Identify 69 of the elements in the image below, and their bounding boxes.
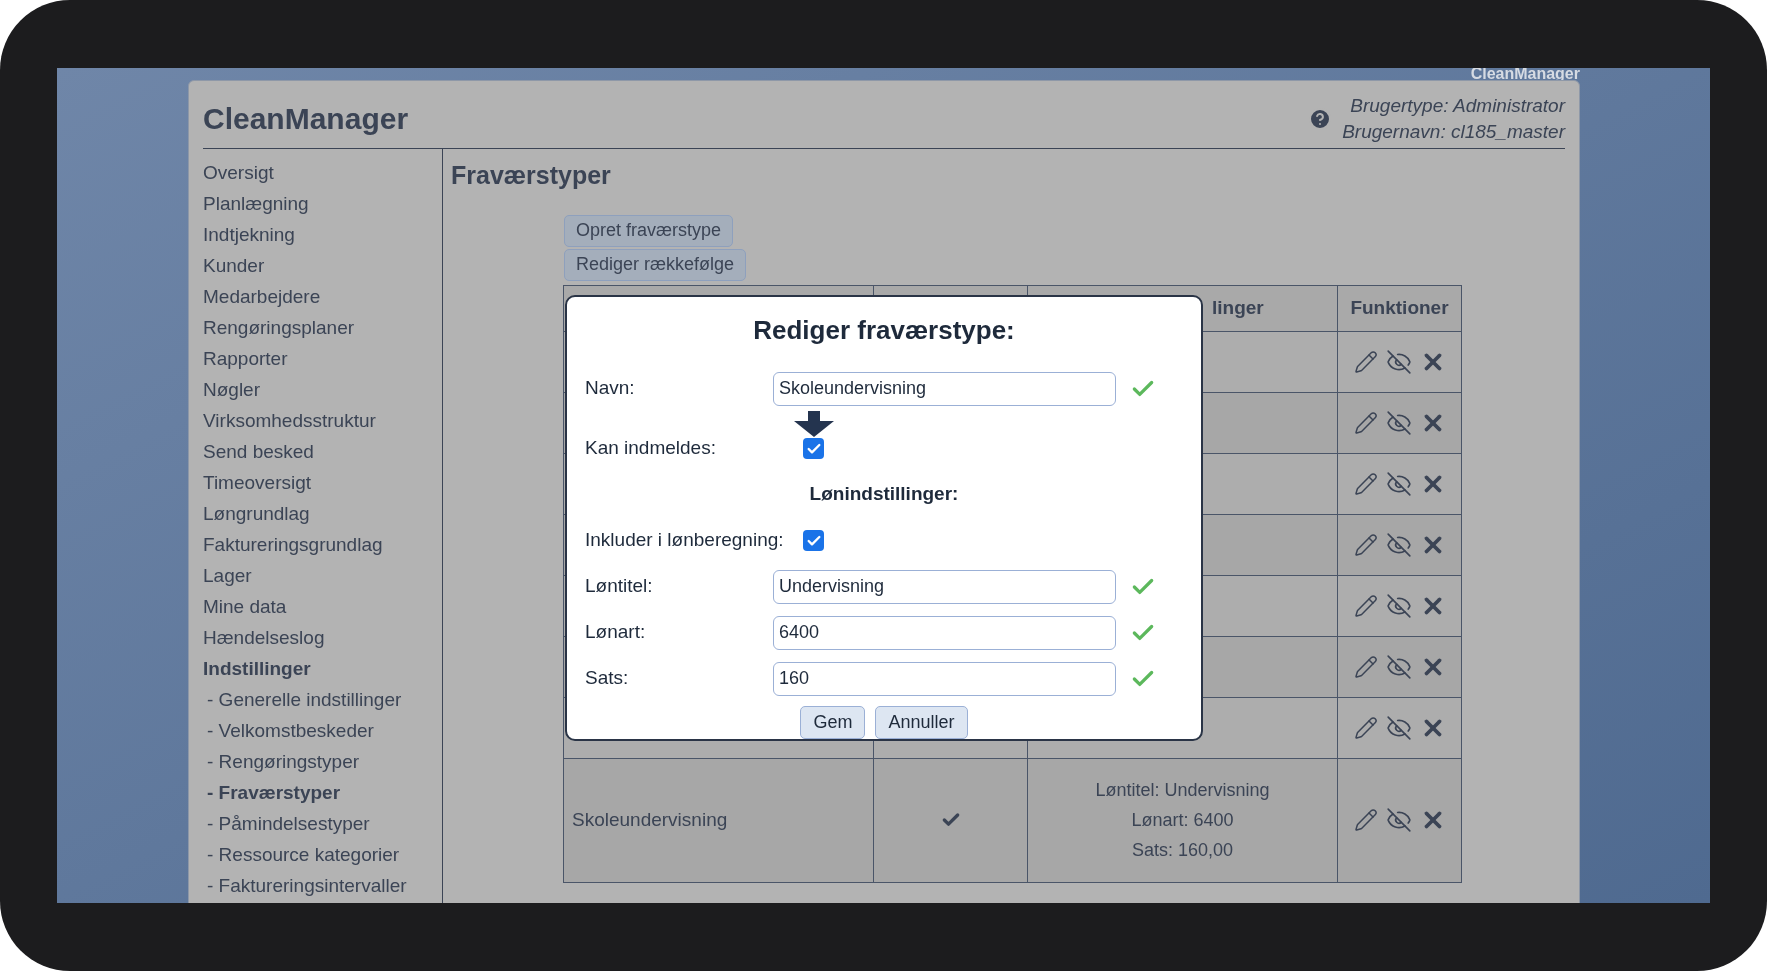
field-label: Løntitel: [585,574,654,599]
sidebar-item[interactable]: Indstillinger [203,653,442,684]
edit-icon[interactable] [1353,593,1378,618]
user-type: Brugertype: Administrator [1350,94,1565,118]
field-label: Kan indmeldes: [585,436,717,461]
sidebar-item[interactable]: Løngrundlag [203,498,442,529]
table-cell: Skoleundervisning [572,808,728,830]
sidebar-item[interactable]: Nøgler [203,374,442,405]
sidebar-subitem[interactable]: - Ressource kategorier [203,839,442,870]
eye-off-icon[interactable] [1385,714,1412,741]
sidebar-item[interactable]: Indtjekning [203,219,442,250]
field-label: Lønart: [585,620,647,645]
table-cell-line: Lønart: 6400 [1131,809,1234,832]
app-title: CleanManager [203,101,409,137]
sidebar-item[interactable]: Oversigt [203,157,442,188]
eye-off-icon[interactable] [1385,470,1412,497]
eye-off-icon[interactable] [1385,807,1412,833]
toolbar-button[interactable]: Opret fraværstype [564,214,734,247]
edit-icon[interactable] [1353,471,1378,496]
edit-icon[interactable] [1353,715,1378,740]
edit-icon[interactable] [1353,654,1378,679]
brand-label: CleanManager [1470,68,1580,80]
sidebar-item[interactable]: Kunder [203,250,442,281]
sidebar-item[interactable]: Planlægning [203,188,442,219]
eye-off-icon[interactable] [1385,592,1412,619]
sidebar-item[interactable]: Medarbejdere [203,281,442,312]
sidebar-item[interactable]: Virksomhedsstruktur [203,405,442,436]
edit-icon[interactable] [1353,410,1378,435]
text-field[interactable]: 6400 [773,615,1116,650]
eye-off-icon[interactable] [1385,348,1412,375]
column-header: linger [1212,296,1264,318]
sidebar-item[interactable]: Timeoversigt [203,467,442,498]
sidebar-subitem[interactable]: - Påmindelsestyper [203,808,442,839]
dialog-button[interactable]: Annuller [875,705,968,739]
dialog-button[interactable]: Gem [800,705,866,739]
edit-icon[interactable] [1353,808,1378,832]
sidebar-subitem[interactable]: - Rengøringstyper [203,746,442,777]
text-field[interactable]: 160 [773,661,1116,696]
section-heading: Lønindstillinger: [809,482,959,507]
eye-off-icon[interactable] [1385,409,1412,436]
field-label: Navn: [585,376,636,401]
sidebar-item[interactable]: Faktureringsgrundlag [203,529,442,560]
text-field[interactable]: Skoleundervisning [773,371,1116,406]
text-field[interactable]: Undervisning [773,569,1116,604]
sidebar-subitem[interactable]: - Fraværstyper [203,777,442,808]
sidebar-subitem[interactable]: - Faktureringsintervaller [203,870,442,901]
dialog-title: Rediger fraværstype: [752,313,1016,347]
user-name: Brugernavn: cl185_master [1342,120,1565,144]
eye-off-icon[interactable] [1385,531,1412,558]
checkbox[interactable] [803,438,824,459]
eye-off-icon[interactable] [1385,653,1412,680]
edit-icon[interactable] [1353,532,1378,557]
sidebar-item[interactable]: Lager [203,560,442,591]
field-label: Inkluder i lønberegning: [585,528,785,553]
sidebar-item[interactable]: Send besked [203,436,442,467]
sidebar-subitem[interactable]: - Generelle indstillinger [203,684,442,715]
sidebar-item[interactable]: Rapporter [203,343,442,374]
toolbar-button[interactable]: Rediger rækkefølge [564,248,747,281]
column-header: Funktioner [1350,296,1449,318]
sidebar-subitem[interactable]: - Velkomstbeskeder [203,715,442,746]
sidebar-item[interactable]: Mine data [203,591,442,622]
edit-icon[interactable] [1353,349,1378,374]
sidebar-item[interactable]: Rengøringsplaner [203,312,442,343]
sidebar-item[interactable]: Hændelseslog [203,622,442,653]
table-cell-line: Sats: 160,00 [1131,839,1234,862]
field-label: Sats: [585,666,630,691]
checkbox[interactable] [803,530,824,551]
page-title: Fraværstyper [451,160,612,191]
table-cell-line: Løntitel: Undervisning [1095,779,1270,802]
